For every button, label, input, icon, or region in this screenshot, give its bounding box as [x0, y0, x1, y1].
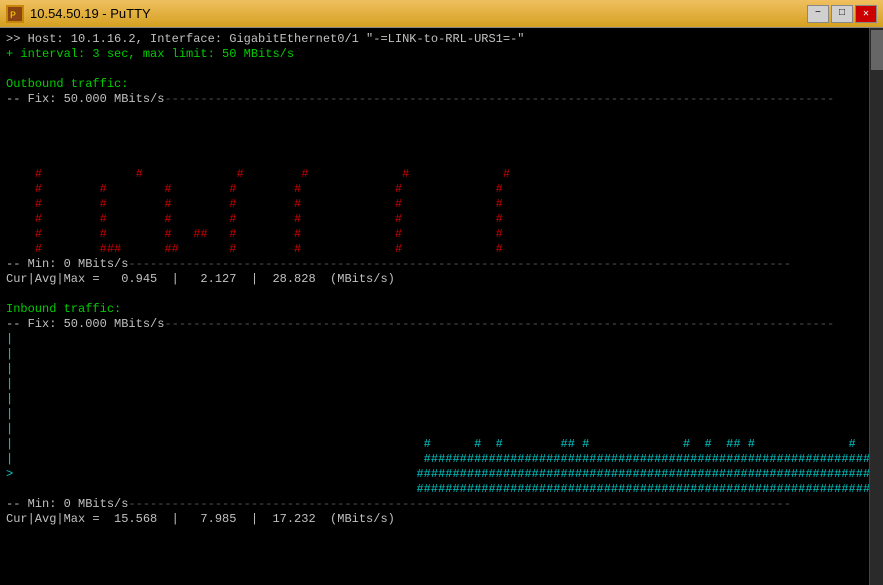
terminal-inbound-fix: -- Fix: 50.000 MBits/s------------------… — [6, 317, 877, 332]
maximize-button[interactable]: □ — [831, 5, 853, 23]
outbound-chart-row4: # # # # # # # — [6, 212, 877, 227]
inbound-chart-row7: | — [6, 422, 877, 437]
terminal-outbound-stats: Cur|Avg|Max = 0.945 | 2.127 | 28.828 (MB… — [6, 272, 877, 287]
terminal-inbound-label: Inbound traffic: — [6, 302, 877, 317]
scrollbar[interactable] — [869, 28, 883, 585]
terminal-outbound-fix: -- Fix: 50.000 MBits/s------------------… — [6, 92, 877, 107]
outbound-chart-row2: # # # # # # # — [6, 182, 877, 197]
terminal-line-host: >> Host: 10.1.16.2, Interface: GigabitEt… — [6, 32, 877, 47]
terminal-line-blank3 — [6, 122, 877, 137]
terminal-outbound-label: Outbound traffic: — [6, 77, 877, 92]
inbound-chart-row8: | # # # ## # # # ## # # — [6, 437, 877, 452]
scrollbar-thumb[interactable] — [871, 30, 883, 70]
outbound-chart-row5: # # # ## # # # # — [6, 227, 877, 242]
terminal-inbound-stats: Cur|Avg|Max = 15.568 | 7.985 | 17.232 (M… — [6, 512, 877, 527]
window: P 10.54.50.19 - PuTTY − □ ✕ >> Host: 10.… — [0, 0, 883, 585]
inbound-chart-row3: | — [6, 362, 877, 377]
window-title: 10.54.50.19 - PuTTY — [30, 6, 151, 21]
terminal-line-blank4 — [6, 137, 877, 152]
inbound-chart-row6: | — [6, 407, 877, 422]
putty-icon: P — [6, 5, 24, 23]
titlebar: P 10.54.50.19 - PuTTY − □ ✕ — [0, 0, 883, 28]
terminal-inbound-min: -- Min: 0 MBits/s-----------------------… — [6, 497, 877, 512]
svg-text:P: P — [10, 11, 16, 22]
terminal-line-blank5 — [6, 152, 877, 167]
terminal[interactable]: >> Host: 10.1.16.2, Interface: GigabitEt… — [0, 28, 883, 585]
terminal-outbound-min: -- Min: 0 MBits/s-----------------------… — [6, 257, 877, 272]
inbound-chart-row11: ########################################… — [6, 482, 877, 497]
outbound-chart-row1: # # # # # # — [6, 167, 877, 182]
terminal-line-blank1 — [6, 62, 877, 77]
inbound-chart-row5: | — [6, 392, 877, 407]
inbound-chart-row1: | — [6, 332, 877, 347]
minimize-button[interactable]: − — [807, 5, 829, 23]
inbound-chart-row2: | — [6, 347, 877, 362]
outbound-chart-row3: # # # # # # # — [6, 197, 877, 212]
terminal-line-blank6 — [6, 287, 877, 302]
titlebar-buttons: − □ ✕ — [807, 5, 877, 23]
terminal-line-blank2 — [6, 107, 877, 122]
inbound-chart-row10: > ######################################… — [6, 467, 877, 482]
titlebar-left: P 10.54.50.19 - PuTTY — [6, 5, 151, 23]
inbound-chart-row4: | — [6, 377, 877, 392]
terminal-line-interval: + interval: 3 sec, max limit: 50 MBits/s — [6, 47, 877, 62]
inbound-chart-row9: | ######################################… — [6, 452, 877, 467]
outbound-chart-row6: # ### ## # # # # — [6, 242, 877, 257]
close-button[interactable]: ✕ — [855, 5, 877, 23]
